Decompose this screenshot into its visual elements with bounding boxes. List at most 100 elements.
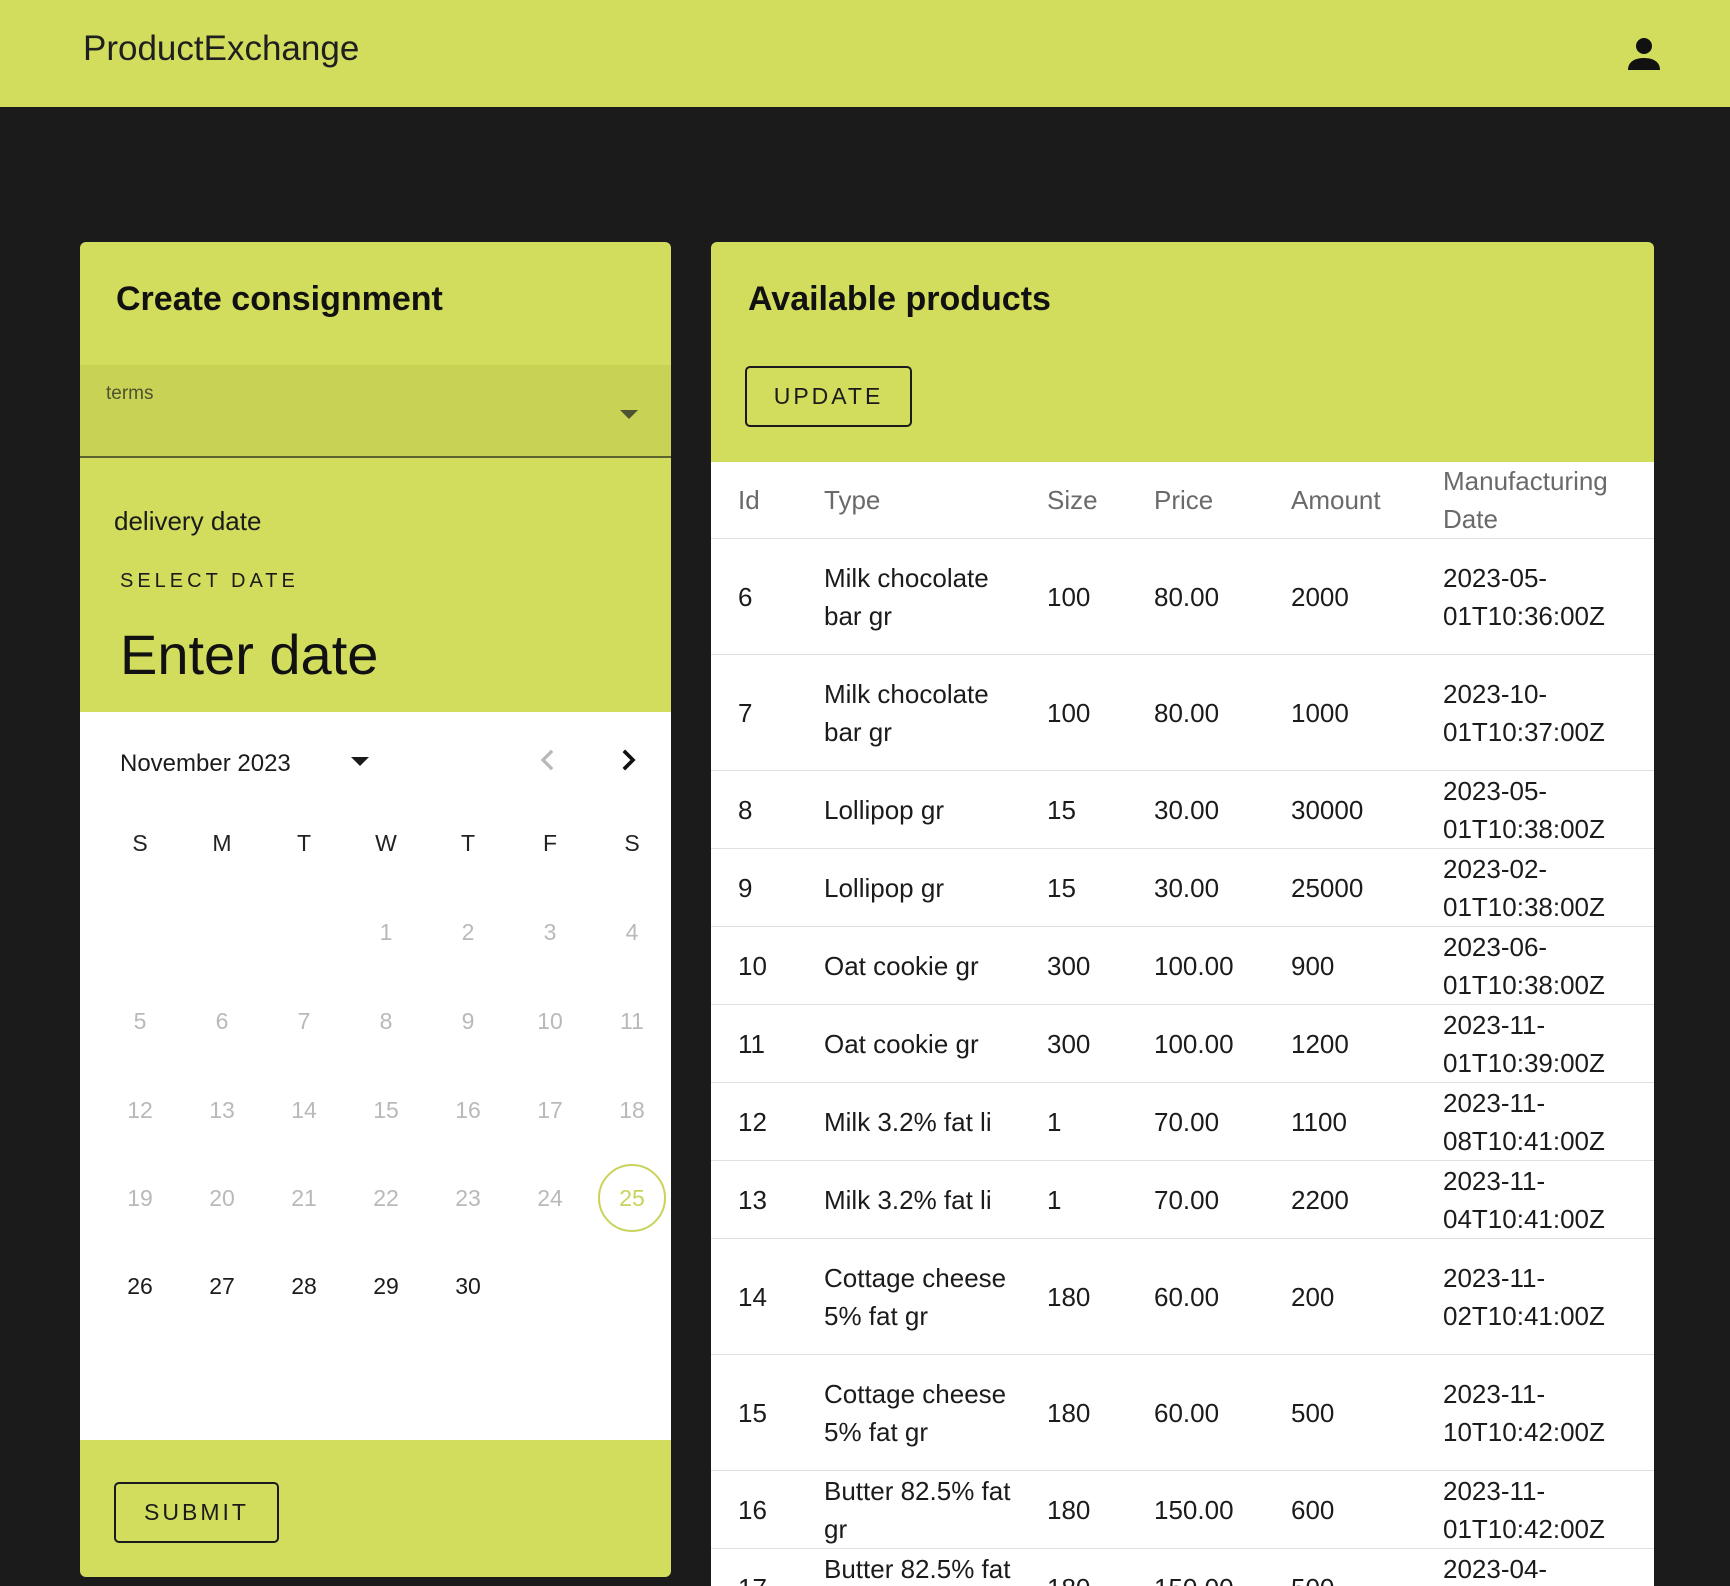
table-cell: 100 <box>1020 654 1127 771</box>
products-table-container: Id Type Size Price Amount Manufacturing … <box>711 462 1654 1586</box>
update-button[interactable]: UPDATE <box>745 366 912 427</box>
table-cell: 180 <box>1020 1548 1127 1586</box>
table-cell: 200 <box>1264 1238 1416 1355</box>
calendar-day-8: 8 <box>379 1008 393 1034</box>
chevron-right-icon <box>622 749 636 771</box>
table-cell: 2023-11-08T10:41:00Z <box>1416 1082 1654 1161</box>
calendar-day-28[interactable]: 28 <box>270 1252 338 1320</box>
delivery-date-label: delivery date <box>114 506 262 536</box>
weekday-label: T <box>296 830 312 856</box>
column-header: Amount <box>1264 462 1416 539</box>
table-cell: 100 <box>1020 538 1127 655</box>
table-row[interactable]: 6 Milk chocolate bar gr 100 80.00 2000 2023-0… <box>711 538 1654 655</box>
table-cell: Milk 3.2% fat li <box>797 1160 1020 1239</box>
table-cell: 2023-11-04T10:41:00Z <box>1416 1160 1654 1239</box>
table-row[interactable]: 13 Milk 3.2% fat li 1 70.00 2200 2023-11-04T1… <box>711 1160 1654 1239</box>
table-row[interactable]: 10 Oat cookie gr 300 100.00 900 2023-06-01T10… <box>711 926 1654 1005</box>
table-cell: 1 <box>1020 1160 1127 1239</box>
table-cell: 7 <box>711 654 797 771</box>
app-bar: ProductExchange <box>0 0 1730 107</box>
table-cell: 150.00 <box>1127 1470 1264 1549</box>
app-title: ProductExchange <box>83 29 360 68</box>
table-cell: 600 <box>1264 1470 1416 1549</box>
calendar-day-9: 9 <box>461 1008 475 1034</box>
calendar-day-14: 14 <box>291 1097 317 1123</box>
table-row[interactable]: 12 Milk 3.2% fat li 1 70.00 1100 2023-11-08T1… <box>711 1082 1654 1161</box>
table-row[interactable]: 9 Lollipop gr 15 30.00 25000 2023-02-01T10:38… <box>711 848 1654 927</box>
table-cell: 17 <box>711 1548 797 1586</box>
table-cell: 10 <box>711 926 797 1005</box>
submit-button[interactable]: SUBMIT <box>114 1482 279 1543</box>
table-row[interactable]: 16 Butter 82.5% fat gr 180 150.00 600 2023-11… <box>711 1470 1654 1549</box>
table-cell: 2023-04-01T10:42:00Z <box>1416 1548 1654 1586</box>
terms-select[interactable]: terms <box>80 365 671 458</box>
table-cell: 25000 <box>1264 848 1416 927</box>
calendar-day-1: 1 <box>379 919 393 945</box>
dropdown-arrow-icon <box>620 410 638 419</box>
column-header: Id <box>711 462 797 539</box>
available-products-card: Available products UPDATE Id Type Size P… <box>711 242 1654 1586</box>
weekday-label: W <box>375 830 397 856</box>
table-cell: 2000 <box>1264 538 1416 655</box>
table-cell: 80.00 <box>1127 538 1264 655</box>
table-cell: 60.00 <box>1127 1238 1264 1355</box>
table-cell: 70.00 <box>1127 1160 1264 1239</box>
table-cell: 2023-11-01T10:39:00Z <box>1416 1004 1654 1083</box>
calendar-day-10: 10 <box>537 1008 563 1034</box>
calendar-day-16: 16 <box>455 1097 481 1123</box>
calendar-day-25[interactable]: 25 <box>598 1164 666 1232</box>
table-cell: 9 <box>711 848 797 927</box>
table-cell: Butter 82.5% fat gr <box>797 1470 1020 1549</box>
products-table-body: 6 Milk chocolate bar gr 100 80.00 2000 2023-0… <box>711 538 1654 1586</box>
account-button[interactable] <box>1620 30 1668 78</box>
table-row[interactable]: 17Butter 82.5% fat gr180150.005002023-04… <box>711 1548 1654 1586</box>
calendar-day-2: 2 <box>461 919 475 945</box>
month-dropdown-icon[interactable] <box>351 757 369 766</box>
month-year-selector[interactable]: November 2023 <box>120 750 291 778</box>
table-cell: 2023-05-01T10:38:00Z <box>1416 770 1654 849</box>
column-header: Price <box>1127 462 1264 539</box>
terms-label: terms <box>106 383 154 404</box>
weekday-label: S <box>624 830 640 856</box>
date-picker-calendar: November 2023 SMTWTFS 1 2 3 4 5 6 7 8 9 10 11 12 13 1… <box>80 712 671 1440</box>
table-cell: Cottage cheese 5% fat gr <box>797 1354 1020 1471</box>
next-month-button[interactable] <box>608 740 648 780</box>
table-cell: Milk chocolate bar gr <box>797 538 1020 655</box>
table-row[interactable]: 14 Cottage cheese 5% fat gr 180 60.00 200 202… <box>711 1238 1654 1355</box>
table-cell: 180 <box>1020 1238 1127 1355</box>
table-cell: 500 <box>1264 1354 1416 1471</box>
table-cell: 180 <box>1020 1470 1127 1549</box>
available-products-title: Available products <box>748 280 1051 318</box>
weekday-label: S <box>132 830 148 856</box>
table-cell: 2023-10-01T10:37:00Z <box>1416 654 1654 771</box>
table-cell: 300 <box>1020 926 1127 1005</box>
table-cell: 1000 <box>1264 654 1416 771</box>
table-cell: 8 <box>711 770 797 849</box>
calendar-day-12: 12 <box>127 1097 153 1123</box>
calendar-day-27[interactable]: 27 <box>188 1252 256 1320</box>
create-consignment-card: Create consignment terms delivery date S… <box>80 242 671 1577</box>
table-cell: 2023-11-02T10:41:00Z <box>1416 1238 1654 1355</box>
table-row[interactable]: 15 Cottage cheese 5% fat gr 180 60.00 500 202… <box>711 1354 1654 1471</box>
calendar-day-4: 4 <box>625 919 639 945</box>
calendar-day-30[interactable]: 30 <box>434 1252 502 1320</box>
table-cell: 2023-11-10T10:42:00Z <box>1416 1354 1654 1471</box>
calendar-day-26[interactable]: 26 <box>106 1252 174 1320</box>
column-header: Size <box>1020 462 1127 539</box>
table-cell: 2023-02-01T10:38:00Z <box>1416 848 1654 927</box>
calendar-day-24: 24 <box>537 1185 563 1211</box>
previous-month-button[interactable] <box>528 740 568 780</box>
table-row[interactable]: 7 Milk chocolate bar gr 100 80.00 1000 2023-1… <box>711 654 1654 771</box>
table-cell: 15 <box>1020 848 1127 927</box>
create-consignment-title: Create consignment <box>116 280 443 318</box>
chevron-left-icon <box>540 749 554 771</box>
table-cell: 15 <box>1020 770 1127 849</box>
calendar-day-29[interactable]: 29 <box>352 1252 420 1320</box>
table-cell: 14 <box>711 1238 797 1355</box>
select-date-header: SELECT DATE <box>120 570 299 592</box>
table-cell: 100.00 <box>1127 1004 1264 1083</box>
table-cell: Oat cookie gr <box>797 1004 1020 1083</box>
table-row[interactable]: 8 Lollipop gr 15 30.00 30000 2023-05-01T10:38… <box>711 770 1654 849</box>
table-row[interactable]: 11 Oat cookie gr 300 100.00 1200 2023-11-01T1… <box>711 1004 1654 1083</box>
table-cell: Lollipop gr <box>797 770 1020 849</box>
